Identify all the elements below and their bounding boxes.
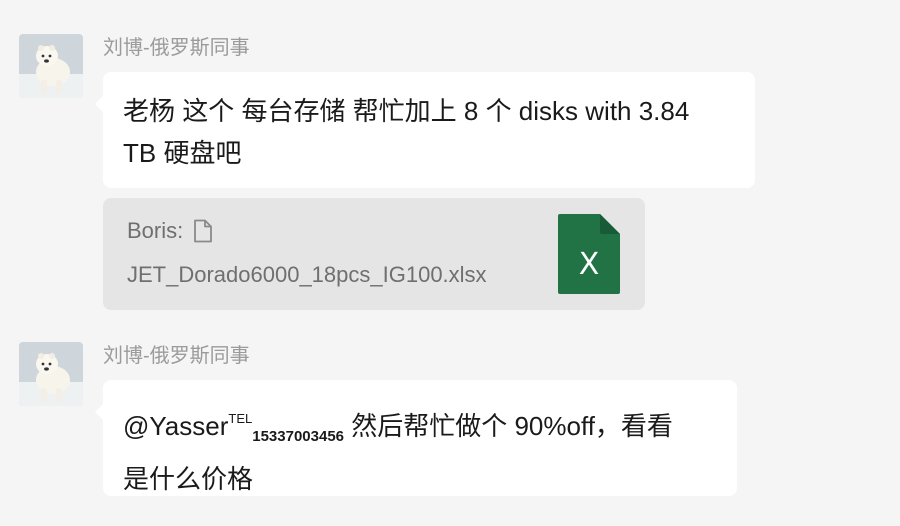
- excel-file-icon: X: [558, 214, 620, 294]
- avatar[interactable]: [19, 34, 83, 98]
- polar-bear-avatar-icon: [19, 34, 83, 98]
- file-sender: Boris:: [127, 218, 213, 244]
- tel-tag: TEL: [228, 411, 253, 426]
- sender-name: 刘博-俄罗斯同事: [103, 345, 250, 367]
- message-text-line: 老杨 这个 每台存储 帮忙加上 8 个 disks with 3.84: [123, 96, 690, 126]
- message-text-line: TB 硬盘吧: [123, 138, 242, 168]
- polar-bear-avatar-icon: [19, 342, 83, 406]
- avatar[interactable]: [19, 342, 83, 406]
- message-text: 然后帮忙做个 90%off，看看: [351, 411, 673, 441]
- message-bubble[interactable]: 老杨 这个 每台存储 帮忙加上 8 个 disks with 3.84 TB 硬…: [95, 72, 755, 188]
- file-sender-label: Boris:: [127, 218, 184, 243]
- message-bubble[interactable]: @YasserTEL 15337003456 然后帮忙做个 90%off，看看 是…: [95, 380, 737, 496]
- phone-number[interactable]: 15337003456: [252, 428, 344, 445]
- file-attachment-card[interactable]: Boris: JET_Dorado6000_18pcs_IG100.xlsx X: [103, 198, 645, 310]
- sender-name: 刘博-俄罗斯同事: [103, 37, 250, 59]
- message-text-line: 是什么价格: [123, 464, 254, 494]
- mention-link[interactable]: @Yasser: [123, 411, 228, 441]
- document-icon: [194, 219, 213, 243]
- svg-text:X: X: [579, 247, 600, 282]
- message-text-line: @YasserTEL 15337003456 然后帮忙做个 90%off，看看: [123, 398, 717, 458]
- file-name: JET_Dorado6000_18pcs_IG100.xlsx: [127, 262, 487, 287]
